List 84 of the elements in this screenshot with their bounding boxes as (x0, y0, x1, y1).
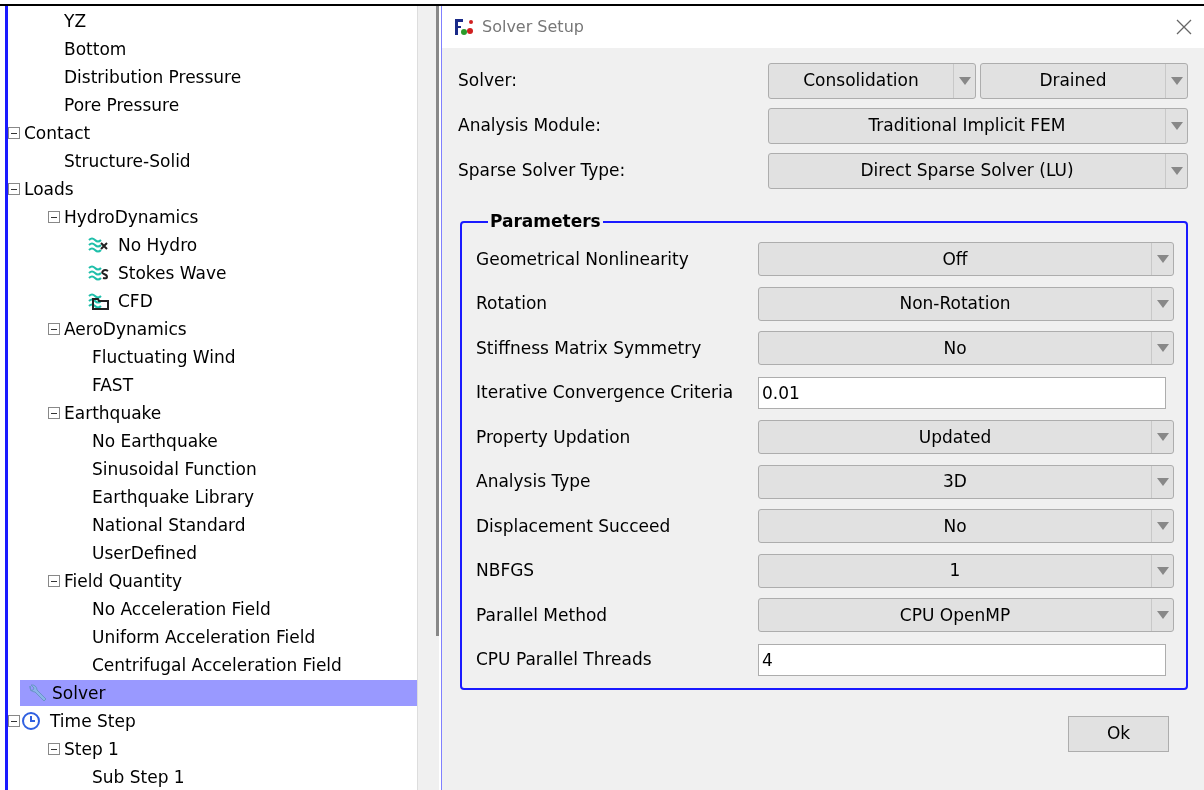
field-label: Rotation (476, 292, 549, 315)
waves-tray-icon (88, 291, 110, 311)
tree-item[interactable]: Sinusoidal Function (88, 456, 261, 482)
dropdown-arrow-icon (958, 75, 971, 86)
tree-item[interactable]: National Standard (88, 512, 250, 538)
collapse-toggle[interactable] (48, 323, 60, 335)
tree-item[interactable]: Structure-Solid (60, 148, 195, 174)
tree-item[interactable]: Time Step (46, 708, 140, 734)
tree-item[interactable]: Field Quantity (60, 568, 187, 594)
field-label: Iterative Convergence Criteria (476, 381, 735, 404)
field-label: NBFGS (476, 559, 536, 582)
tree-item[interactable]: Bottom (60, 36, 131, 62)
tree-item[interactable]: Fluctuating Wind (88, 344, 240, 370)
wrench-icon (26, 683, 48, 703)
dropdown[interactable]: Traditional Implicit FEM (768, 107, 1188, 144)
tree-item[interactable]: YZ (60, 8, 91, 34)
field-label: Analysis Module: (458, 113, 602, 137)
dropdown[interactable]: Direct Sparse Solver (LU) (768, 152, 1188, 189)
tree-item[interactable]: Step 1 (60, 736, 123, 762)
dropdown-arrow-icon (1156, 521, 1169, 532)
dropdown-arrow-icon (1156, 254, 1169, 265)
dropdown-arrow-icon (1156, 298, 1169, 309)
tree-item[interactable]: No Acceleration Field (88, 596, 275, 622)
tree-item[interactable]: Centrifugal Acceleration Field (88, 652, 346, 678)
tree-item[interactable]: Uniform Acceleration Field (88, 624, 320, 650)
collapse-toggle[interactable] (48, 575, 60, 587)
tree-item[interactable]: Earthquake Library (88, 484, 259, 510)
dropdown-arrow-icon (1170, 75, 1183, 86)
tree-item[interactable]: No Earthquake (88, 428, 222, 454)
tree-item[interactable]: Loads (20, 176, 78, 202)
dropdown[interactable]: 1 (758, 553, 1174, 588)
tree-item[interactable]: Pore Pressure (60, 92, 184, 118)
field-label: Property Updation (476, 425, 632, 449)
collapse-toggle[interactable] (8, 127, 20, 139)
tree-item[interactable]: Solver (20, 680, 417, 706)
dropdown-arrow-icon (1156, 565, 1169, 576)
tree-item[interactable]: CFD (114, 288, 157, 314)
tree-item[interactable]: No Hydro (114, 232, 202, 258)
dropdown[interactable]: No (758, 509, 1174, 544)
dialog-title: Solver Setup (482, 16, 584, 38)
dropdown[interactable]: No (758, 331, 1174, 366)
collapse-toggle[interactable] (48, 211, 60, 223)
tree-item[interactable]: UserDefined (88, 540, 202, 566)
dropdown-arrow-icon (1170, 165, 1183, 176)
tree-item[interactable]: HydroDynamics (60, 204, 203, 230)
tree-item[interactable]: Stokes Wave (114, 260, 231, 286)
waves-cross-icon (88, 235, 110, 255)
field-label: Parallel Method (476, 603, 609, 627)
dropdown-arrow-icon (1156, 476, 1169, 487)
dropdown-arrow-icon (1170, 120, 1183, 131)
tree-item[interactable]: FAST (88, 372, 138, 398)
dropdown[interactable]: Drained (980, 62, 1188, 99)
close-icon[interactable] (1176, 19, 1192, 35)
collapse-toggle[interactable] (48, 743, 60, 755)
dropdown[interactable]: Consolidation (768, 62, 976, 99)
waves-letter-icon (88, 263, 110, 283)
field-label: Geometrical Nonlinearity (476, 247, 690, 271)
dropdown[interactable]: Off (758, 242, 1174, 277)
app-logo-icon (454, 17, 474, 37)
collapse-toggle[interactable] (8, 715, 20, 727)
dropdown[interactable]: Updated (758, 420, 1174, 455)
tree-item[interactable]: Sub Step 1 (88, 764, 189, 790)
input-field[interactable]: 0.01 (758, 376, 1166, 409)
tree-item[interactable]: Contact (20, 120, 95, 146)
dropdown-arrow-icon (1156, 432, 1169, 443)
collapse-toggle[interactable] (48, 407, 60, 419)
tree-item[interactable]: AeroDynamics (60, 316, 191, 342)
tree-item[interactable]: Earthquake (60, 400, 166, 426)
dropdown[interactable]: 3D (758, 464, 1174, 499)
field-label: Displacement Succeed (476, 514, 672, 538)
field-label: Analysis Type (476, 470, 592, 493)
dropdown[interactable]: CPU OpenMP (758, 598, 1174, 633)
field-label: Sparse Solver Type: (458, 158, 627, 182)
dropdown[interactable]: Non-Rotation (758, 286, 1174, 321)
clock-icon (20, 711, 42, 731)
dropdown-arrow-icon (1156, 610, 1169, 621)
input-field[interactable]: 4 (758, 643, 1166, 676)
ok-button[interactable]: Ok (1068, 716, 1169, 752)
field-label: Stiffness Matrix Symmetry (476, 336, 703, 360)
collapse-toggle[interactable] (8, 183, 20, 195)
field-label: Solver: (458, 68, 518, 92)
field-label: CPU Parallel Threads (476, 648, 653, 671)
tree-item[interactable]: Distribution Pressure (60, 64, 246, 90)
dropdown-arrow-icon (1156, 343, 1169, 354)
